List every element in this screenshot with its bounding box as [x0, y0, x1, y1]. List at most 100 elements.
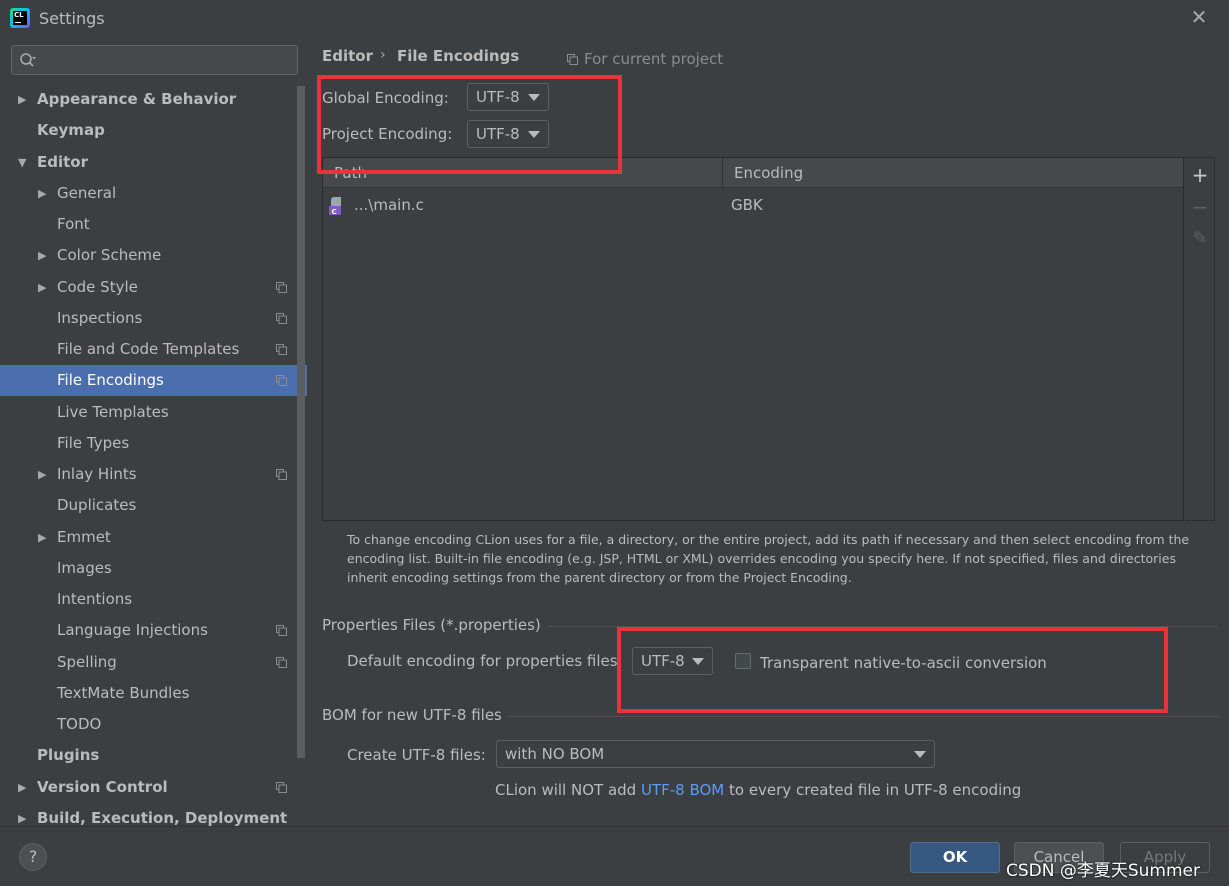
- chevron-down-icon[interactable]: ▼: [18, 147, 26, 178]
- path-cell: ...\main.c: [354, 196, 424, 214]
- ok-button[interactable]: OK: [910, 842, 1000, 873]
- chevron-down-icon: [914, 751, 926, 758]
- bom-select[interactable]: with NO BOM: [496, 740, 935, 768]
- sidebar-item-intentions[interactable]: Intentions: [0, 584, 307, 615]
- chevron-right-icon[interactable]: ▶: [38, 178, 46, 209]
- sidebar-item-label: Keymap: [37, 121, 105, 140]
- create-utf8-label: Create UTF-8 files:: [347, 746, 486, 764]
- watermark-text: CSDN @李夏天Summer: [1006, 861, 1201, 881]
- sidebar-item-label: Intentions: [57, 590, 133, 608]
- breadcrumb-separator: ›: [380, 47, 386, 63]
- sidebar-item-label: Images: [57, 558, 112, 577]
- project-scope-icon: [276, 312, 287, 324]
- sidebar-item-language-injections[interactable]: Language Injections: [0, 615, 307, 646]
- project-scope-icon: [276, 781, 287, 793]
- encoding-cell[interactable]: GBK: [731, 196, 763, 214]
- chevron-right-icon[interactable]: ▶: [38, 240, 46, 271]
- sidebar-item-general[interactable]: ▶ General: [0, 178, 307, 209]
- sidebar-item-label: Font: [57, 215, 90, 233]
- properties-section-title: Properties Files (*.properties): [322, 616, 541, 634]
- page-title: File Encodings: [397, 47, 520, 65]
- sidebar-item-version-control[interactable]: ▶ Version Control: [0, 772, 307, 803]
- sidebar-item-todo[interactable]: TODO: [0, 709, 307, 740]
- breadcrumb-editor[interactable]: Editor: [322, 47, 373, 65]
- sidebar-item-keymap[interactable]: Keymap: [0, 115, 307, 146]
- sidebar-item-label: Version Control: [37, 777, 168, 796]
- sidebar-item-plugins[interactable]: Plugins: [0, 740, 307, 771]
- settings-search-input[interactable]: [11, 45, 298, 75]
- chevron-right-icon[interactable]: ▶: [18, 84, 26, 115]
- chevron-right-icon[interactable]: ▶: [38, 272, 46, 303]
- sidebar-item-file-and-code-templates[interactable]: File and Code Templates: [0, 334, 307, 365]
- title-bar: CL Settings ✕: [0, 0, 1229, 36]
- chevron-right-icon[interactable]: ▶: [18, 772, 26, 803]
- project-scope-icon: [276, 625, 287, 637]
- section-divider: [508, 716, 1218, 717]
- sidebar-item-duplicates[interactable]: Duplicates: [0, 490, 307, 521]
- sidebar-item-label: Inspections: [57, 308, 143, 327]
- clion-logo-icon: CL: [10, 8, 30, 28]
- sidebar-item-label: Plugins: [37, 746, 100, 765]
- path-encoding-table: Path Encoding C ...\main.c GBK: [322, 157, 1184, 521]
- sidebar-item-emmet[interactable]: ▶ Emmet: [0, 522, 307, 553]
- sidebar-item-label: General: [57, 183, 117, 202]
- table-row[interactable]: C ...\main.c GBK: [323, 189, 1183, 220]
- sidebar-item-spelling[interactable]: Spelling: [0, 647, 307, 678]
- sidebar-item-color-scheme[interactable]: ▶ Color Scheme: [0, 240, 307, 271]
- sidebar-item-file-types[interactable]: File Types: [0, 428, 307, 459]
- svg-text:C: C: [332, 208, 337, 216]
- help-button[interactable]: ?: [19, 843, 47, 871]
- bom-note: CLion will NOT add UTF-8 BOM to every cr…: [495, 781, 1022, 799]
- remove-icon[interactable]: −: [1189, 196, 1211, 218]
- close-icon[interactable]: ✕: [1188, 6, 1210, 28]
- utf8-bom-link[interactable]: UTF-8 BOM: [641, 781, 724, 799]
- sidebar-item-label: File and Code Templates: [57, 340, 240, 358]
- project-scope-icon: [276, 281, 287, 293]
- c-file-icon: C: [329, 197, 341, 216]
- sidebar-item-label: Color Scheme: [57, 246, 162, 265]
- sidebar-item-label: Editor: [37, 152, 88, 171]
- project-scope-icon: [276, 375, 287, 387]
- sidebar-scrollbar[interactable]: [297, 86, 305, 758]
- sidebar-item-label: TextMate Bundles: [57, 683, 190, 702]
- sidebar-item-inspections[interactable]: Inspections: [0, 303, 307, 334]
- sidebar-item-code-style[interactable]: ▶ Code Style: [0, 272, 307, 303]
- sidebar-item-live-templates[interactable]: Live Templates: [0, 397, 307, 428]
- sidebar-item-editor[interactable]: ▼ Editor: [0, 147, 307, 178]
- sidebar-item-label: Emmet: [57, 527, 111, 546]
- sidebar-item-label: File Encodings: [57, 371, 164, 390]
- project-scope-icon: [276, 344, 287, 355]
- encoding-help-text: To change encoding CLion uses for a file…: [347, 532, 1190, 585]
- column-header-encoding[interactable]: Encoding: [734, 164, 803, 182]
- sidebar-item-label: File Types: [57, 433, 130, 452]
- chevron-right-icon[interactable]: ▶: [38, 459, 46, 490]
- sidebar-item-label: Language Injections: [57, 621, 208, 640]
- search-icon: [20, 53, 36, 67]
- sidebar-item-images[interactable]: Images: [0, 553, 307, 584]
- sidebar-item-textmate-bundles[interactable]: TextMate Bundles: [0, 678, 307, 709]
- default-properties-encoding-label: Default encoding for properties files:: [347, 652, 623, 670]
- chevron-right-icon[interactable]: ▶: [38, 522, 46, 553]
- project-scope-icon: [567, 54, 578, 65]
- sidebar-item-label: Spelling: [57, 652, 117, 671]
- sidebar-item-label: Inlay Hints: [57, 465, 137, 483]
- scope-label: For current project: [584, 50, 724, 68]
- dialog-button-bar: ? OK Cancel Apply CSDN @李夏天Summer: [0, 826, 1229, 886]
- highlight-box-properties: [617, 627, 1168, 713]
- project-scope-icon: [276, 656, 287, 668]
- add-icon[interactable]: +: [1189, 164, 1211, 186]
- bom-section-title: BOM for new UTF-8 files: [322, 706, 502, 724]
- sidebar-item-inlay-hints[interactable]: ▶ Inlay Hints: [0, 459, 307, 490]
- sidebar-item-appearance-behavior[interactable]: ▶ Appearance & Behavior: [0, 84, 307, 115]
- sidebar-item-font[interactable]: Font: [0, 209, 307, 240]
- sidebar-item-label: Live Templates: [57, 402, 169, 421]
- sidebar-item-label: Duplicates: [57, 496, 137, 515]
- project-scope-icon: [276, 469, 287, 480]
- edit-icon[interactable]: ✎: [1189, 228, 1211, 250]
- highlight-box-encodings: [317, 75, 622, 174]
- sidebar-item-file-encodings[interactable]: File Encodings: [0, 365, 307, 397]
- file-encodings-panel: Editor › File Encodings For current proj…: [308, 36, 1229, 826]
- sidebar-item-label: Appearance & Behavior: [37, 90, 237, 108]
- sidebar-item-label: TODO: [57, 715, 102, 733]
- sidebar-item-label: Code Style: [57, 277, 138, 296]
